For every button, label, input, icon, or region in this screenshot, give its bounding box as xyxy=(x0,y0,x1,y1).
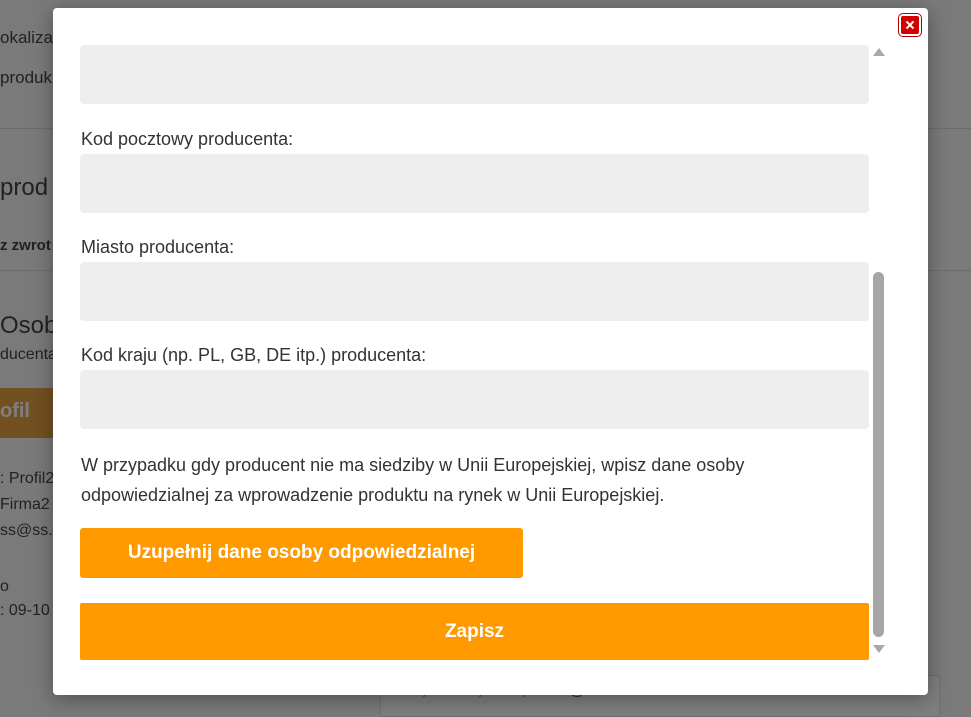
scrollbar-thumb[interactable] xyxy=(873,272,884,637)
country-code-input[interactable] xyxy=(80,370,869,429)
fill-responsible-person-button[interactable]: Uzupełnij dane osoby odpowiedzialnej xyxy=(80,528,523,578)
eu-note: W przypadku gdy producent nie ma siedzib… xyxy=(81,455,745,505)
save-button[interactable]: Zapisz xyxy=(80,603,869,660)
close-icon[interactable] xyxy=(899,14,921,36)
city-label: Miasto producenta: xyxy=(81,237,235,257)
country-code-label: Kod kraju (np. PL, GB, DE itp.) producen… xyxy=(81,345,427,365)
scroll-up-arrow-icon[interactable] xyxy=(873,48,885,56)
postal-code-label: Kod pocztowy producenta: xyxy=(81,129,294,149)
postal-code-input[interactable] xyxy=(80,154,869,213)
producer-address-input[interactable] xyxy=(80,45,869,104)
scroll-down-arrow-icon[interactable] xyxy=(873,645,885,653)
city-input[interactable] xyxy=(80,262,869,321)
